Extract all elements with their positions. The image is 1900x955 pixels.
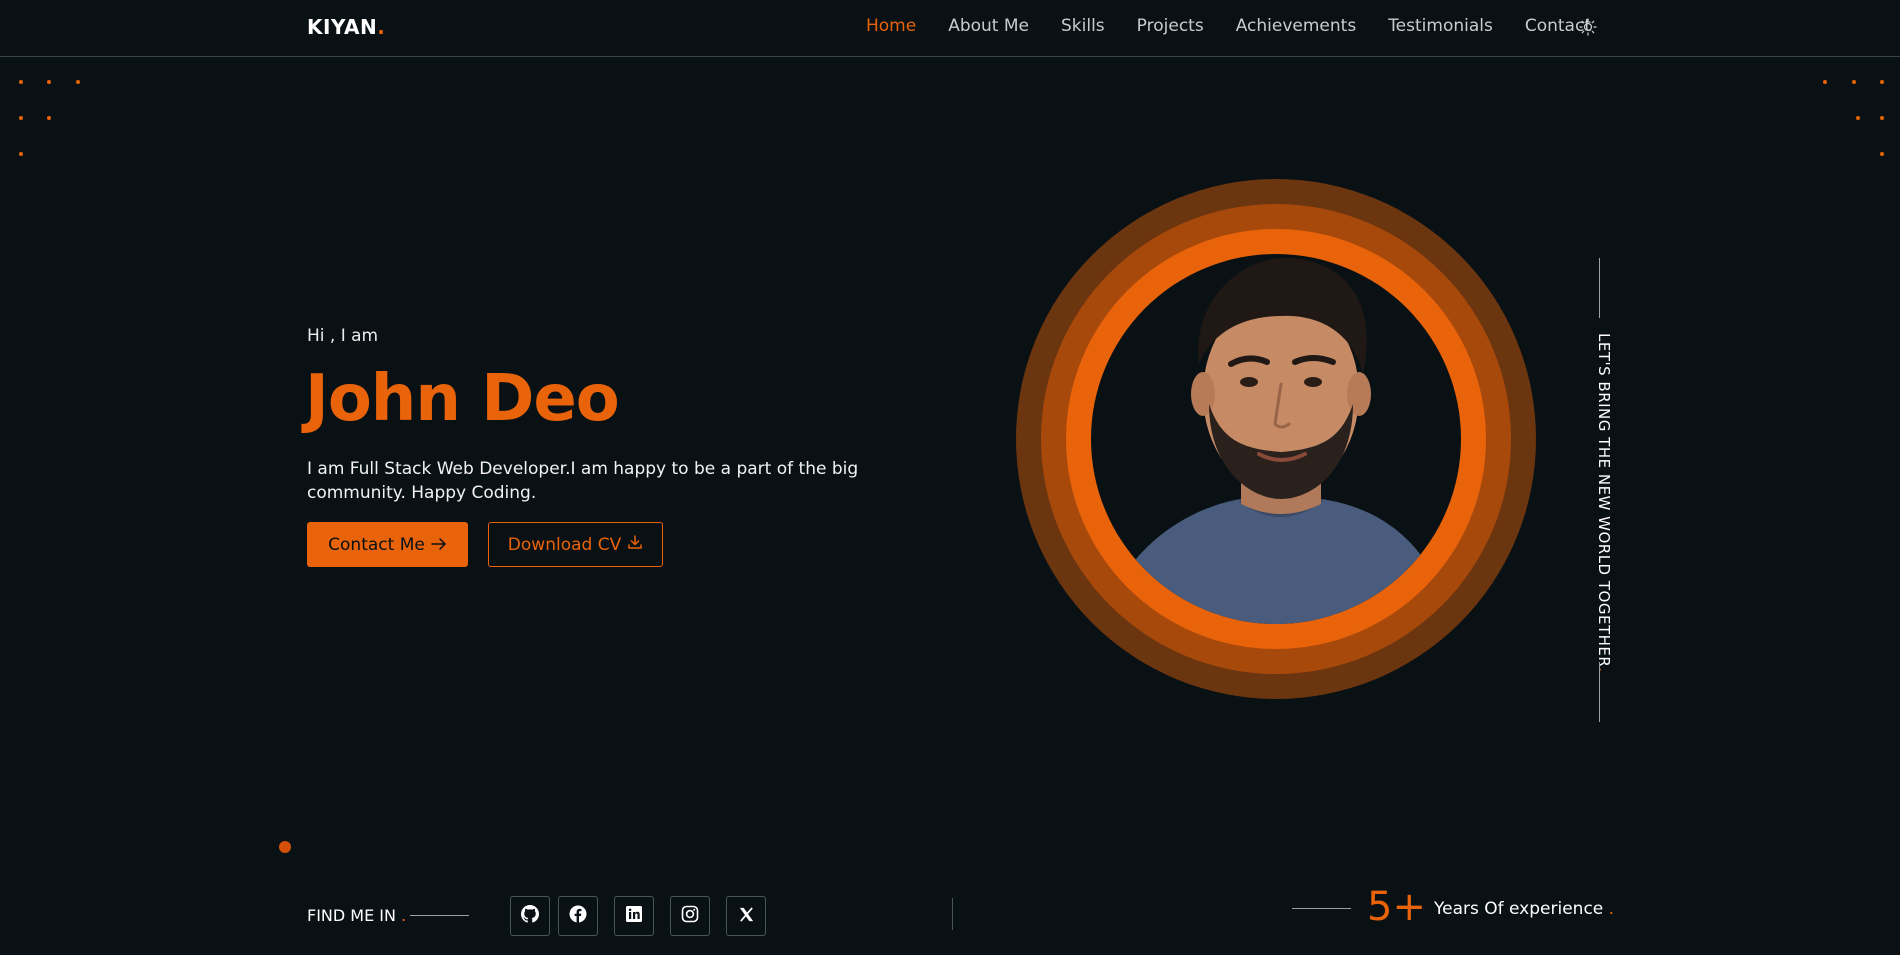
decorative-orb xyxy=(279,841,291,853)
side-tagline: LET'S BRING THE NEW WORLD TOGETHER. xyxy=(1587,333,1613,673)
side-line-top xyxy=(1599,258,1600,318)
hero-description: I am Full Stack Web Developer.I am happy… xyxy=(307,459,859,503)
contact-me-button[interactable]: Contact Me xyxy=(307,522,468,567)
experience-text: Years Of experience xyxy=(1434,899,1604,919)
instagram-icon xyxy=(681,905,699,927)
dot xyxy=(1823,80,1827,84)
brand-name: KIYAN xyxy=(307,15,378,39)
side-tagline-dot: . xyxy=(1595,667,1613,673)
dot xyxy=(1880,116,1884,120)
download-cv-button[interactable]: Download CV xyxy=(488,522,663,567)
x-twitter-icon xyxy=(738,906,755,927)
dot xyxy=(19,116,23,120)
nav-link-testimonials[interactable]: Testimonials xyxy=(1388,16,1493,36)
linkedin-link[interactable] xyxy=(614,896,654,936)
brand-dot: . xyxy=(377,15,386,39)
nav-link-achievements[interactable]: Achievements xyxy=(1236,16,1356,36)
nav-link-projects[interactable]: Projects xyxy=(1137,16,1204,36)
hero-name: John Deo xyxy=(305,362,620,436)
top-navbar: KIYAN. Home About Me Skills Projects Ach… xyxy=(0,0,1900,57)
find-me-line xyxy=(410,915,469,916)
side-line-bottom xyxy=(1599,662,1600,722)
experience-dot: . xyxy=(1608,899,1615,919)
facebook-icon xyxy=(569,905,587,927)
github-icon xyxy=(521,905,539,927)
arrow-right-icon xyxy=(431,535,447,555)
dot xyxy=(47,116,51,120)
nav-link-skills[interactable]: Skills xyxy=(1061,16,1105,36)
dot xyxy=(1856,116,1860,120)
dot xyxy=(19,152,23,156)
instagram-link[interactable] xyxy=(670,896,710,936)
download-icon xyxy=(627,534,643,555)
dot xyxy=(76,80,80,84)
sun-icon[interactable] xyxy=(1579,18,1597,36)
linkedin-icon xyxy=(625,905,643,927)
nav-link-home[interactable]: Home xyxy=(866,16,916,36)
facebook-link[interactable] xyxy=(558,896,598,936)
experience-label: Years Of experience . xyxy=(1434,899,1614,919)
contact-me-label: Contact Me xyxy=(328,534,425,555)
download-cv-label: Download CV xyxy=(507,534,622,555)
dot xyxy=(47,80,51,84)
footer-divider xyxy=(952,898,953,930)
x-twitter-link[interactable] xyxy=(726,896,766,936)
find-me-text: FIND ME IN xyxy=(307,906,396,925)
profile-photo xyxy=(1091,254,1461,624)
find-me-dot: . xyxy=(401,906,407,925)
experience-number: 5+ xyxy=(1367,884,1426,930)
experience-line xyxy=(1292,908,1351,909)
nav-link-about[interactable]: About Me xyxy=(948,16,1029,36)
find-me-label: FIND ME IN . xyxy=(307,906,406,925)
side-tagline-text: LET'S BRING THE NEW WORLD TOGETHER xyxy=(1595,333,1613,668)
dot xyxy=(1880,152,1884,156)
dot xyxy=(1852,80,1856,84)
nav-links: Home About Me Skills Projects Achievemen… xyxy=(866,16,1623,36)
dot xyxy=(19,80,23,84)
github-link[interactable] xyxy=(510,896,550,936)
dot xyxy=(1880,80,1884,84)
hero-greeting: Hi , I am xyxy=(307,326,379,346)
brand-logo[interactable]: KIYAN. xyxy=(307,15,385,39)
